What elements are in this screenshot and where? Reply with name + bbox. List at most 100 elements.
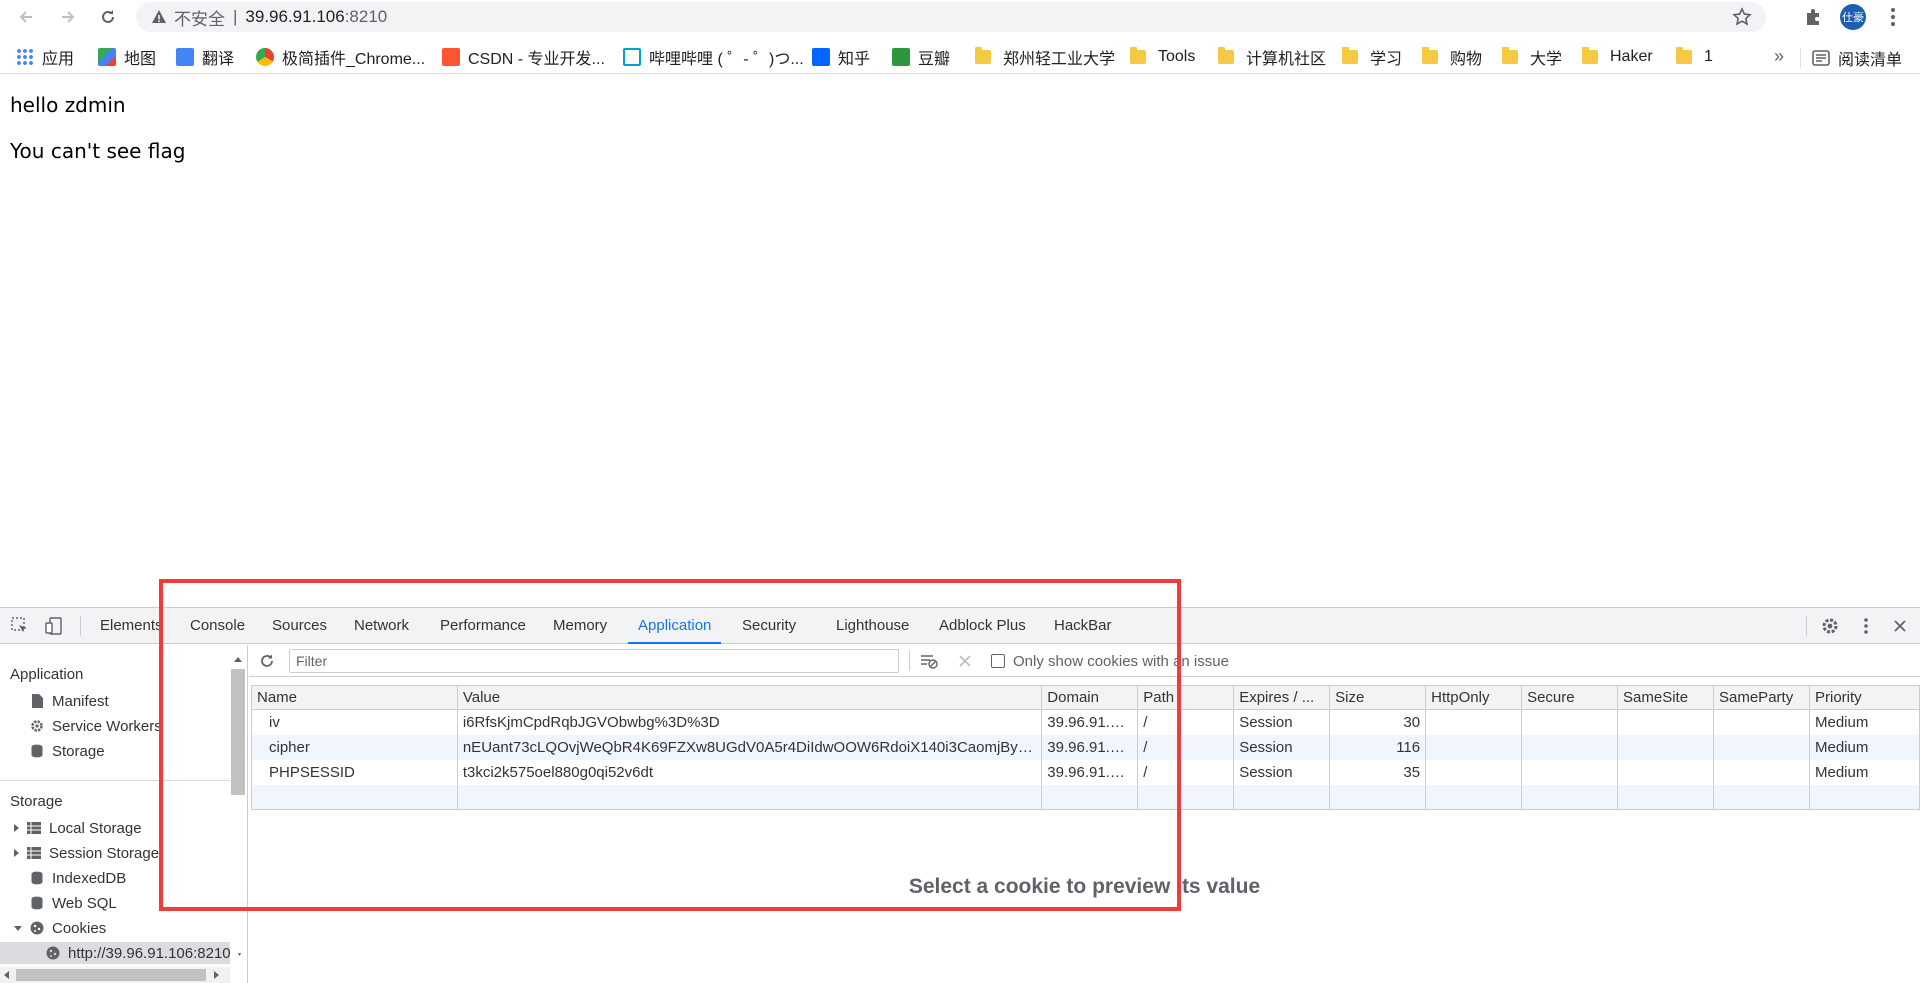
reading-list-icon [1812, 50, 1830, 66]
bookmark-csdn[interactable]: CSDN - 专业开发... [442, 46, 605, 68]
cookie-size: 35 [1329, 759, 1427, 785]
bookmark-zhihu[interactable]: 知乎 [812, 46, 870, 68]
cookie-icon [30, 921, 44, 935]
bookmark-folder-study[interactable]: 学习 [1342, 46, 1402, 68]
cookie-secure [1521, 759, 1619, 785]
collapse-arrow-icon[interactable] [14, 925, 22, 931]
column-header-sameparty[interactable]: SameParty [1713, 685, 1810, 710]
avatar: 仕豪 [1840, 4, 1866, 30]
sidebar-item-cookie-origin[interactable]: http://39.96.91.106:8210 ▼ [0, 942, 245, 964]
back-button[interactable] [12, 3, 40, 31]
arrow-right-icon [62, 11, 75, 23]
cookie-expires: Session [1233, 759, 1331, 785]
folder-icon [1582, 47, 1598, 64]
column-header-size[interactable]: Size [1329, 685, 1427, 710]
sidebar-item-web-sql[interactable]: Web SQL [30, 892, 117, 914]
reading-list-button[interactable]: 阅读清单 [1812, 46, 1902, 70]
url-port: :8210 [344, 7, 388, 26]
cookie-size: 116 [1329, 734, 1427, 760]
security-label[interactable]: 不安全 [174, 5, 225, 30]
database-icon [30, 744, 44, 758]
bookmarks-overflow-button[interactable]: » [1774, 46, 1784, 67]
bookmark-folder-haker[interactable]: Haker [1582, 46, 1653, 68]
browser-toolbar: 不安全 | 39.96.91.106:8210 仕豪 [0, 0, 1920, 34]
cookie-samesite [1617, 734, 1714, 760]
folder-icon [1676, 47, 1692, 64]
address-bar[interactable]: 不安全 | 39.96.91.106:8210 [136, 2, 1766, 32]
column-header-expires[interactable]: Expires / ... [1233, 685, 1331, 710]
bookmark-maps[interactable]: 地图 [98, 46, 156, 68]
flag-message-text: You can't see flag [10, 139, 186, 163]
cookie-priority: Medium [1808, 709, 1920, 735]
sidebar-item-cookies[interactable]: Cookies [14, 917, 106, 939]
tab-elements[interactable]: Elements [100, 608, 163, 644]
sidebar-item-local-storage[interactable]: Local Storage [14, 817, 142, 839]
bookmark-douban[interactable]: 豆瓣 [892, 46, 950, 68]
bookmarks-bar: 应用 地图 翻译 极简插件_Chrome... CSDN - 专业开发... 哔… [0, 40, 1920, 74]
bookmark-folder-zzuli[interactable]: 郑州轻工业大学 [975, 46, 1115, 68]
translate-icon [176, 48, 194, 66]
cookie-sameparty [1713, 759, 1810, 785]
sidebar-item-label: Web SQL [52, 894, 117, 912]
column-header-httponly[interactable]: HttpOnly [1425, 685, 1523, 710]
scrollbar-thumb[interactable] [16, 969, 206, 981]
sidebar-item-session-storage[interactable]: Session Storage [14, 842, 159, 864]
cookie-samesite [1617, 709, 1714, 735]
douban-icon [892, 48, 910, 66]
chrome-icon [256, 48, 274, 66]
document-icon [30, 694, 44, 708]
scroll-left-icon[interactable] [4, 971, 9, 979]
bookmark-label: 大学 [1530, 51, 1563, 68]
sidebar-item-label: Service Workers [52, 717, 162, 735]
column-header-samesite[interactable]: SameSite [1617, 685, 1714, 710]
bookmark-label: 豆瓣 [918, 51, 951, 68]
device-toolbar-icon[interactable] [44, 616, 64, 636]
reload-button[interactable] [94, 3, 122, 31]
bookmark-label: CSDN - 专业开发... [468, 51, 605, 68]
bookmark-folder-university[interactable]: 大学 [1502, 46, 1562, 68]
bookmark-folder-tools[interactable]: Tools [1130, 46, 1195, 68]
bookmark-folder-community[interactable]: 计算机社区 [1218, 46, 1326, 68]
warning-icon[interactable] [150, 8, 168, 26]
zhihu-icon [812, 48, 830, 66]
cookie-httponly [1425, 734, 1523, 760]
inspect-element-icon[interactable] [10, 616, 30, 636]
bookmark-label: 哔哩哔哩 ( ゜- ゜)つ... [649, 51, 804, 68]
sidebar-item-label: Cookies [52, 919, 107, 937]
sidebar-item-manifest[interactable]: Manifest [30, 690, 109, 712]
bookmark-folder-1[interactable]: 1 [1676, 46, 1713, 68]
column-header-secure[interactable]: Secure [1521, 685, 1619, 710]
gear-icon [30, 719, 44, 733]
sidebar-item-storage[interactable]: Storage [30, 740, 105, 762]
browser-menu-icon[interactable] [1880, 4, 1906, 30]
extensions-puzzle-icon[interactable] [1800, 4, 1826, 30]
forward-button[interactable] [54, 3, 82, 31]
folder-icon [1342, 47, 1358, 64]
empty-cell [1329, 784, 1427, 810]
bookmark-apps[interactable]: 应用 [16, 46, 74, 68]
cookie-httponly [1425, 759, 1523, 785]
bookmark-label: 购物 [1450, 51, 1483, 68]
bookmark-translate[interactable]: 翻译 [176, 46, 234, 68]
close-devtools-icon[interactable] [1890, 616, 1910, 636]
scroll-right-icon[interactable] [214, 971, 219, 979]
cookie-secure [1521, 734, 1619, 760]
bookmark-folder-shopping[interactable]: 购物 [1422, 46, 1482, 68]
sidebar-item-indexeddb[interactable]: IndexedDB [30, 867, 126, 889]
settings-gear-icon[interactable] [1820, 616, 1840, 636]
devtools-menu-icon[interactable] [1856, 616, 1876, 636]
bookmark-star-icon[interactable] [1732, 7, 1752, 27]
url-text[interactable]: 39.96.91.106:8210 [245, 7, 387, 27]
sidebar-horizontal-scrollbar[interactable] [0, 967, 230, 983]
bookmark-chrome-plugins[interactable]: 极简插件_Chrome... [256, 46, 425, 68]
expand-arrow-icon[interactable] [14, 824, 19, 832]
bookmark-bilibili[interactable]: 哔哩哔哩 ( ゜- ゜)つ... [623, 46, 804, 68]
profile-button[interactable]: 仕豪 [1840, 4, 1866, 30]
sidebar-item-service-workers[interactable]: Service Workers [30, 715, 162, 737]
page-content: hello zdmin You can't see flag [0, 75, 1920, 605]
expand-arrow-icon[interactable] [14, 849, 19, 857]
cookie-sameparty [1713, 734, 1810, 760]
column-header-priority[interactable]: Priority [1808, 685, 1920, 710]
database-icon [30, 896, 44, 910]
cookie-icon [46, 946, 60, 960]
